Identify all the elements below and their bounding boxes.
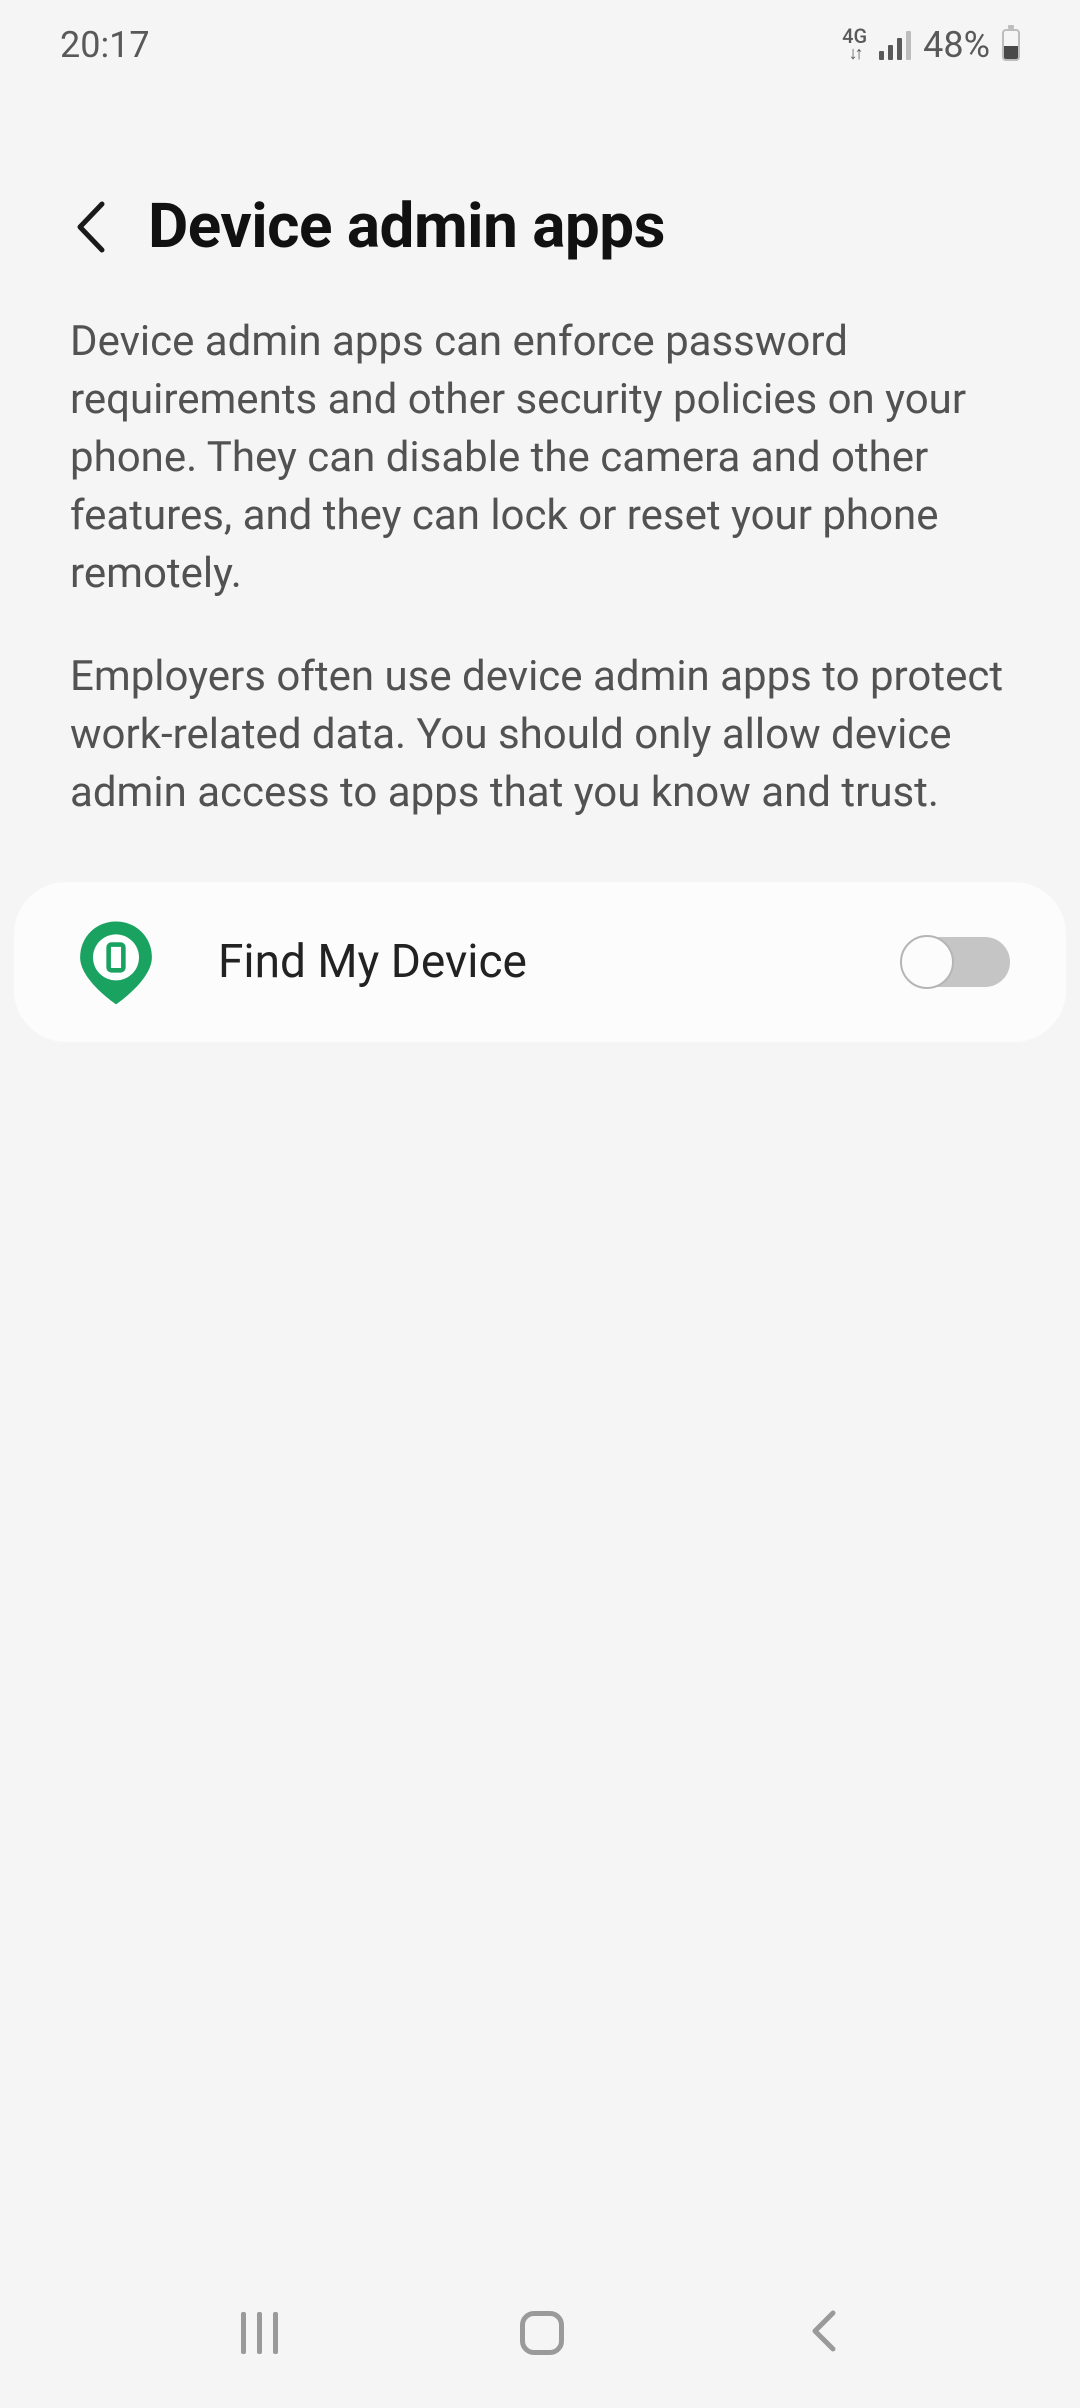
admin-app-toggle[interactable] [902, 937, 1010, 987]
network-4g-icon: 4G ↓↑ [842, 27, 867, 63]
nav-recents-button[interactable] [241, 2312, 278, 2354]
chevron-left-icon [70, 198, 110, 256]
status-bar: 20:17 4G ↓↑ 48% [0, 0, 1080, 90]
nav-back-button[interactable] [807, 2307, 839, 2359]
find-my-device-icon [70, 916, 162, 1008]
admin-app-row[interactable]: Find My Device [14, 882, 1066, 1042]
nav-home-button[interactable] [520, 2311, 564, 2355]
description-paragraph: Device admin apps can enforce password r… [70, 313, 1010, 603]
description-paragraph: Employers often use device admin apps to… [70, 648, 1010, 822]
header: Device admin apps [0, 90, 1080, 303]
system-navigation-bar [0, 2278, 1080, 2408]
description-text: Device admin apps can enforce password r… [0, 303, 1080, 882]
back-button[interactable] [70, 198, 110, 256]
status-right: 4G ↓↑ 48% [842, 24, 1020, 66]
admin-app-name: Find My Device [218, 935, 846, 989]
signal-strength-icon [879, 30, 911, 60]
battery-percentage: 48% [923, 24, 990, 66]
battery-icon [1002, 29, 1020, 61]
page-title: Device admin apps [148, 190, 665, 263]
toggle-knob [900, 935, 954, 989]
status-time: 20:17 [60, 24, 150, 66]
